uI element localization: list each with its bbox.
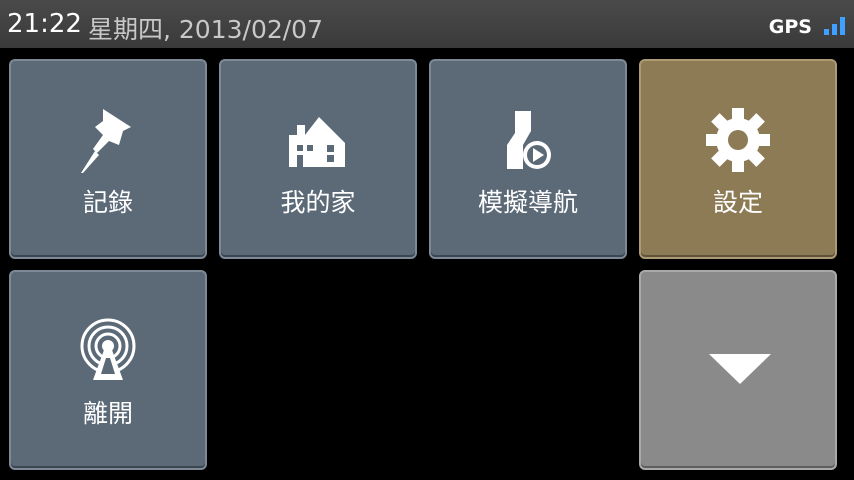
- my-home-button[interactable]: 我的家: [219, 59, 417, 259]
- status-bar: 21:22 星期四, 2013/02/07 GPS: [0, 0, 854, 48]
- chevron-down-icon: [709, 354, 771, 384]
- simulate-navigation-button[interactable]: 模擬導航: [429, 59, 627, 259]
- tile-label: 設定: [712, 188, 763, 217]
- tile-label: 模擬導航: [477, 188, 578, 217]
- antenna-icon: [80, 318, 136, 380]
- pushpin-icon: [81, 109, 131, 173]
- more-button[interactable]: [639, 270, 837, 470]
- home-icon: [289, 117, 345, 167]
- navigation-simulation-icon: [507, 111, 551, 169]
- clock-time: 21:22: [7, 9, 82, 39]
- settings-button[interactable]: 設定: [639, 59, 837, 259]
- gps-label: GPS: [768, 16, 812, 38]
- tile-label: 我的家: [280, 188, 356, 217]
- clock-date: 星期四, 2013/02/07: [88, 15, 323, 44]
- exit-button[interactable]: 離開: [9, 270, 207, 470]
- signal-bars-icon: [824, 17, 846, 35]
- tile-label: 記錄: [82, 188, 133, 217]
- tile-label: 離開: [82, 399, 133, 428]
- gear-icon: [706, 108, 770, 172]
- record-button[interactable]: 記錄: [9, 59, 207, 259]
